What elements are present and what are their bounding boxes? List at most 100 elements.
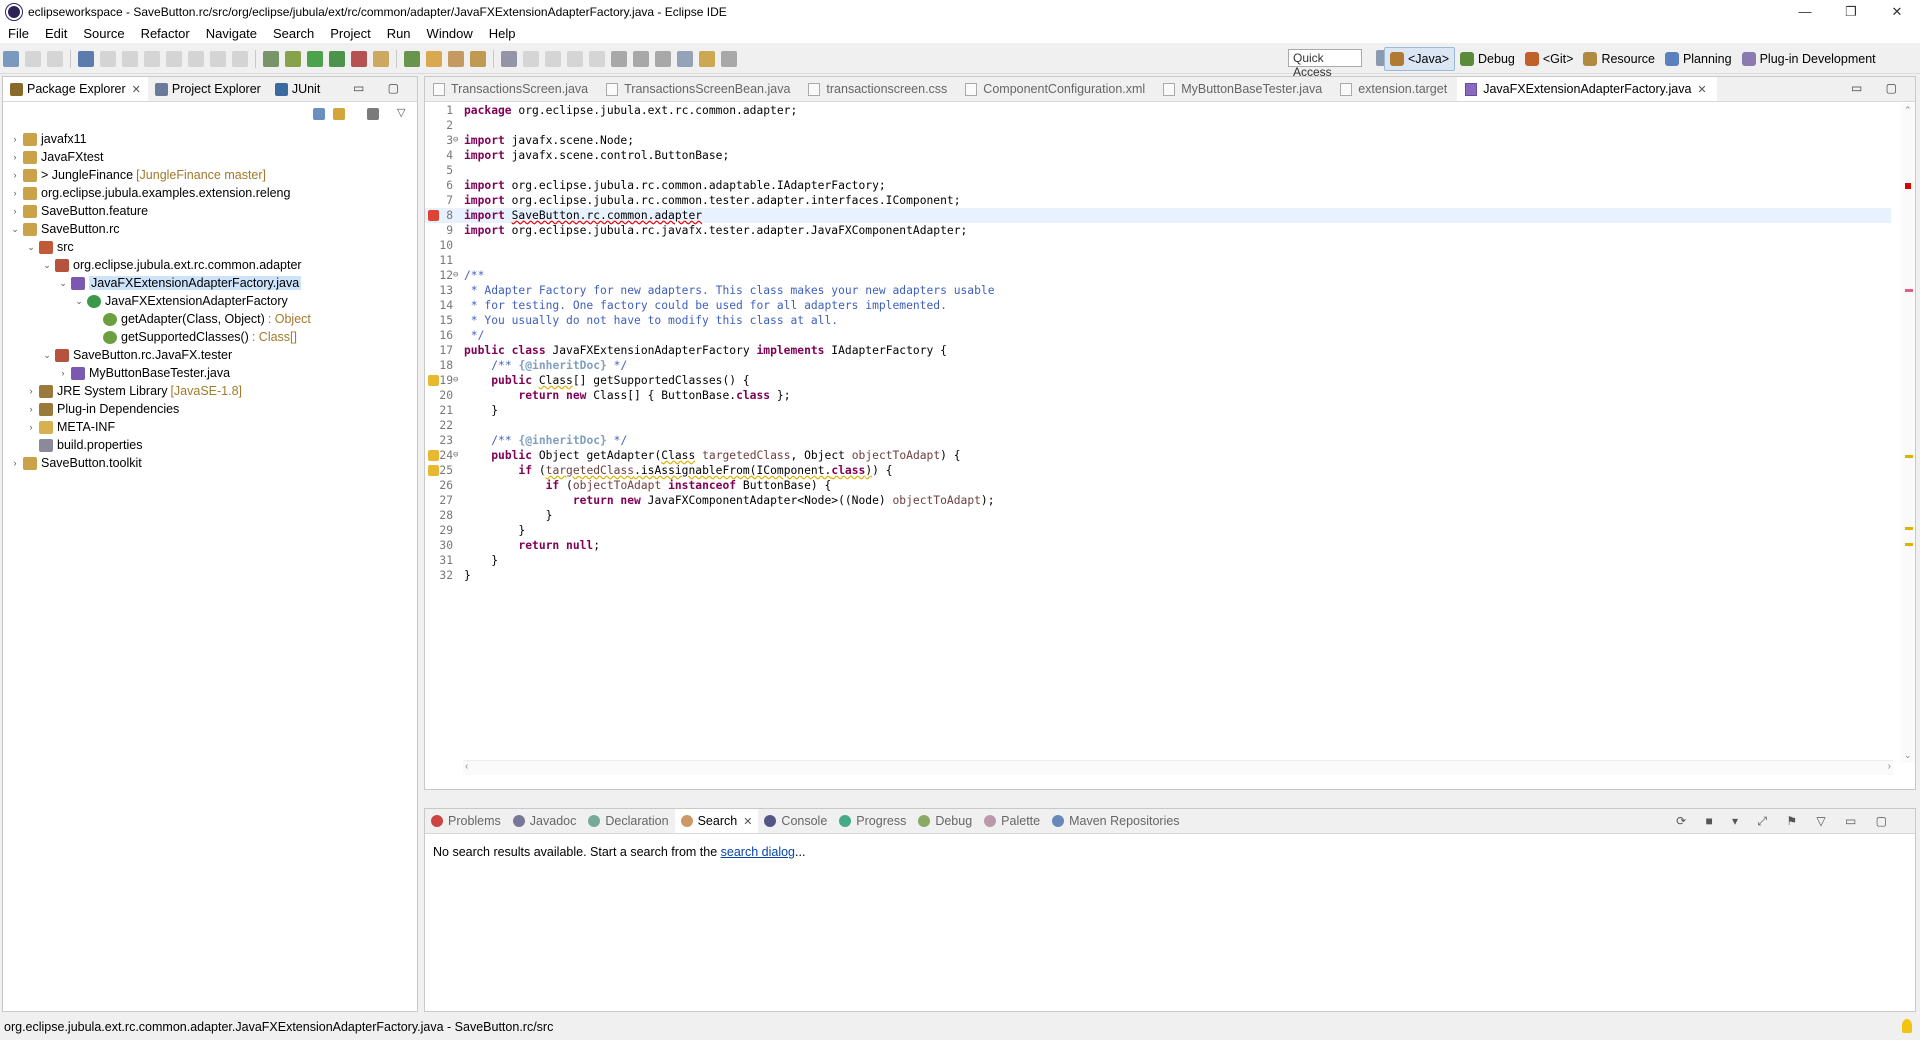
menu-edit[interactable]: Edit xyxy=(37,26,75,41)
tree-item[interactable]: ⌄ JavaFXExtensionAdapterFactory xyxy=(3,292,417,310)
external-tools-icon[interactable] xyxy=(373,51,389,67)
view-minmax-icons[interactable]: ▭ ▢ xyxy=(353,81,409,95)
code-line[interactable]: 4 import javafx.scene.control.ButtonBase; xyxy=(425,148,1891,163)
close-tab-icon[interactable]: ✕ xyxy=(743,815,752,828)
code-line[interactable]: 18 /** {@inheritDoc} */ xyxy=(425,358,1891,373)
scroll-down-icon[interactable]: ⌄ xyxy=(1904,750,1912,761)
coverage-icon[interactable] xyxy=(351,51,367,67)
editor-tab[interactable]: TransactionsScreen.java xyxy=(425,77,598,101)
tree-item[interactable]: getAdapter(Class, Object): Object xyxy=(3,310,417,328)
terminate-icon[interactable] xyxy=(144,51,160,67)
error-ruler-marker[interactable] xyxy=(1905,289,1913,292)
tree-item[interactable]: ⌄ org.eclipse.jubula.ext.rc.common.adapte… xyxy=(3,256,417,274)
chevron-right-icon[interactable]: › xyxy=(9,458,21,468)
menu-project[interactable]: Project xyxy=(322,26,378,41)
resume-icon[interactable] xyxy=(100,51,116,67)
vertical-scrollbar[interactable]: ⌃ ⌄ xyxy=(1901,103,1915,763)
tree-item[interactable]: ⌄ JavaFXExtensionAdapterFactory.java xyxy=(3,274,417,292)
code-line[interactable]: 28 } xyxy=(425,508,1891,523)
chevron-right-icon[interactable]: › xyxy=(25,386,37,396)
view-menu-icon[interactable]: ▽ xyxy=(397,106,405,119)
chevron-right-icon[interactable]: › xyxy=(9,170,21,180)
restore-window-button[interactable]: ❐ xyxy=(1828,0,1874,23)
code-line[interactable]: 23 /** {@inheritDoc} */ xyxy=(425,433,1891,448)
editor-tab[interactable]: ComponentConfiguration.xml xyxy=(957,77,1155,101)
chevron-right-icon[interactable]: › xyxy=(25,422,37,432)
editor-minmax-icons[interactable]: ▭ ▢ xyxy=(1851,81,1907,95)
new-java-project-icon[interactable] xyxy=(404,51,420,67)
code-line[interactable]: 12 ⊖/** xyxy=(425,268,1891,283)
code-line[interactable]: 11 xyxy=(425,253,1891,268)
fold-toggle-icon[interactable]: ⊖ xyxy=(453,268,461,283)
warning-ruler-marker[interactable] xyxy=(1905,455,1913,458)
code-line[interactable]: 26 if (objectToAdapt instanceof ButtonBa… xyxy=(425,478,1891,493)
step-return-icon[interactable] xyxy=(232,51,248,67)
code-line[interactable]: 10 xyxy=(425,238,1891,253)
close-tab-icon[interactable]: ✕ xyxy=(1697,83,1706,96)
code-line[interactable]: 22 xyxy=(425,418,1891,433)
collapse-all-icon[interactable] xyxy=(313,108,325,120)
annotation-prev-icon[interactable] xyxy=(545,51,561,67)
run-icon[interactable] xyxy=(329,51,345,67)
tab-problems[interactable]: Problems xyxy=(425,809,507,833)
search-icon[interactable] xyxy=(470,51,486,67)
tree-item[interactable]: › SaveButton.toolkit xyxy=(3,454,417,472)
tree-item[interactable]: › SaveButton.feature xyxy=(3,202,417,220)
code-line[interactable]: 27 return new JavaFXComponentAdapter<Nod… xyxy=(425,493,1891,508)
code-line[interactable]: 14 * for testing. One factory could be u… xyxy=(425,298,1891,313)
toggle-mark-icon[interactable] xyxy=(263,51,279,67)
pin-icon[interactable] xyxy=(721,51,737,67)
menu-source[interactable]: Source xyxy=(75,26,132,41)
tree-item[interactable]: › MyButtonBaseTester.java xyxy=(3,364,417,382)
chevron-down-icon[interactable]: ⌄ xyxy=(25,242,37,253)
scroll-left-icon[interactable]: ‹ xyxy=(465,761,468,772)
tab-debug[interactable]: Debug xyxy=(912,809,978,833)
error-overview-marker[interactable] xyxy=(1905,183,1911,189)
code-line[interactable]: 15 * You usually do not have to modify t… xyxy=(425,313,1891,328)
code-line[interactable]: 31 } xyxy=(425,553,1891,568)
code-line[interactable]: 21 } xyxy=(425,403,1891,418)
perspective-planning[interactable]: Planning xyxy=(1660,48,1737,70)
code-line[interactable]: 7 import org.eclipse.jubula.rc.common.tes… xyxy=(425,193,1891,208)
fold-toggle-icon[interactable]: ⊖ xyxy=(453,133,461,148)
editor-tab[interactable]: JavaFXExtensionAdapterFactory.java ✕ xyxy=(1457,77,1717,101)
suspend-icon[interactable] xyxy=(122,51,138,67)
last-edit-icon[interactable] xyxy=(655,51,671,67)
save-all-icon[interactable] xyxy=(47,51,63,67)
tab-progress[interactable]: Progress xyxy=(833,809,912,833)
close-window-button[interactable]: ✕ xyxy=(1874,0,1920,23)
menu-window[interactable]: Window xyxy=(419,26,481,41)
search-view-toolbar-icons[interactable]: ⟳ ■ ▾ ⤢ ⚑ ▽ ▭ ▢ xyxy=(1676,814,1895,829)
code-line[interactable]: 1 package org.eclipse.jubula.ext.rc.commo… xyxy=(425,103,1891,118)
tree-item[interactable]: › Plug-in Dependencies xyxy=(3,400,417,418)
tab-package-explorer[interactable]: Package Explorer ✕ xyxy=(3,77,148,101)
chevron-right-icon[interactable]: › xyxy=(9,188,21,198)
new-icon[interactable] xyxy=(3,51,19,67)
lightbulb-icon[interactable] xyxy=(1902,1019,1912,1033)
chevron-right-icon[interactable]: › xyxy=(9,134,21,144)
menu-run[interactable]: Run xyxy=(379,26,419,41)
code-line[interactable]: 30 return null; xyxy=(425,538,1891,553)
code-area[interactable]: 1 package org.eclipse.jubula.ext.rc.commo… xyxy=(425,103,1891,763)
scroll-up-icon[interactable]: ⌃ xyxy=(1904,105,1912,116)
code-line[interactable]: 29 } xyxy=(425,523,1891,538)
code-line[interactable]: 8 import SaveButton.rc.common.adapter xyxy=(425,208,1891,223)
chevron-down-icon[interactable]: ⌄ xyxy=(41,260,53,271)
chevron-right-icon[interactable]: › xyxy=(9,152,21,162)
next-annotation-icon[interactable] xyxy=(611,51,627,67)
code-line[interactable]: 24 ⊖ public Object getAdapter(Class targe… xyxy=(425,448,1891,463)
tree-item[interactable]: › META-INF xyxy=(3,418,417,436)
menu-help[interactable]: Help xyxy=(481,26,524,41)
quick-access-input[interactable]: Quick Access xyxy=(1288,49,1362,79)
step-over-icon[interactable] xyxy=(210,51,226,67)
code-line[interactable]: 16 */ xyxy=(425,328,1891,343)
skip-breakpoints-icon[interactable] xyxy=(78,51,94,67)
perspective-resource[interactable]: Resource xyxy=(1578,48,1660,70)
code-line[interactable]: 5 xyxy=(425,163,1891,178)
fold-toggle-icon[interactable]: ⊖ xyxy=(453,448,461,463)
menu-navigate[interactable]: Navigate xyxy=(198,26,265,41)
tree-item[interactable]: getSupportedClasses(): Class[] xyxy=(3,328,417,346)
link-with-editor-icon[interactable] xyxy=(333,108,345,120)
chevron-right-icon[interactable]: › xyxy=(25,404,37,414)
tree-item[interactable]: › JRE System Library [JavaSE-1.8] xyxy=(3,382,417,400)
